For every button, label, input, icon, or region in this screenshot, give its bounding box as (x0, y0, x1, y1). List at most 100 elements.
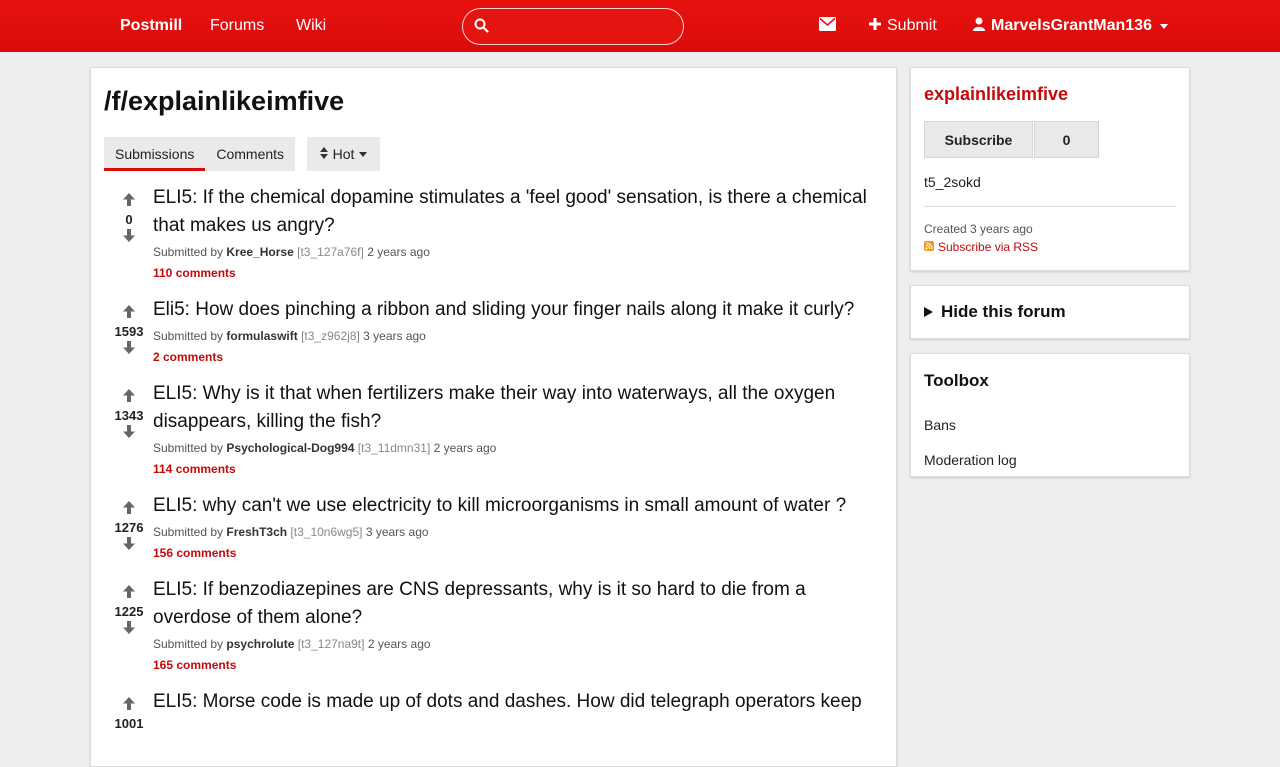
comments-link[interactable]: 165 comments (153, 658, 236, 672)
vote-box: 1001 (109, 697, 149, 733)
submitted-by-label: Submitted by (153, 245, 224, 259)
subscriber-count: 0 (1034, 121, 1099, 158)
bans-link[interactable]: Bans (924, 417, 956, 433)
hide-forum-panel: Hide this forum (910, 285, 1190, 339)
timestamp: 3 years ago (365, 525, 429, 539)
upvote-icon[interactable] (109, 305, 149, 323)
author-link[interactable]: Kree_Horse (226, 245, 293, 259)
toolbox-panel: Toolbox Bans Moderation log (910, 353, 1190, 477)
view-tabs: Submissions Comments (104, 137, 296, 171)
sort-icon (319, 146, 328, 162)
comments-link[interactable]: 114 comments (153, 462, 236, 476)
comments-link[interactable]: 156 comments (153, 546, 236, 560)
search-input[interactable] (497, 14, 677, 40)
vote-box: 1593 (109, 305, 149, 359)
submitted-by-label: Submitted by (153, 637, 224, 651)
post-meta: Submitted by FreshT3ch [t3_10n6wg5] 3 ye… (153, 525, 429, 539)
nav-wiki-link[interactable]: Wiki (296, 0, 326, 52)
author-link[interactable]: Psychological-Dog994 (226, 441, 354, 455)
post-title[interactable]: ELI5: why can't we use electricity to ki… (153, 492, 878, 520)
downvote-icon[interactable] (109, 425, 149, 443)
submitted-by-label: Submitted by (153, 441, 224, 455)
upvote-icon[interactable] (109, 585, 149, 603)
moderation-log-link[interactable]: Moderation log (924, 452, 1017, 468)
upvote-icon[interactable] (109, 193, 149, 211)
score: 1001 (114, 716, 144, 731)
tab-submissions[interactable]: Submissions (104, 137, 206, 171)
toolbox-title: Toolbox (924, 371, 989, 390)
post-meta: Submitted by Psychological-Dog994 [t3_11… (153, 441, 496, 455)
post-title[interactable]: ELI5: If benzodiazepines are CNS depress… (153, 576, 878, 632)
comments-link[interactable]: 110 comments (153, 266, 236, 280)
rss-icon (924, 240, 934, 254)
sort-label: Hot (332, 146, 355, 162)
downvote-icon[interactable] (109, 229, 149, 247)
post-id: [t3_10n6wg5] (290, 525, 363, 539)
vote-box: 1276 (109, 501, 149, 555)
hide-forum-toggle[interactable]: Hide this forum (924, 302, 1066, 322)
brand-link[interactable]: Postmill (120, 0, 182, 52)
author-link[interactable]: formulaswift (226, 329, 297, 343)
post-id: [t3_11dmn31] (357, 441, 431, 455)
score: 1225 (114, 604, 144, 619)
post-title[interactable]: ELI5: If the chemical dopamine stimulate… (153, 184, 878, 240)
post-title[interactable]: ELI5: Morse code is made up of dots and … (153, 688, 878, 716)
page-title: /f/explainlikeimfive (104, 86, 345, 116)
post-id: [t3_127a76f] (297, 245, 364, 259)
forum-info-panel: explainlikeimfive Subscribe 0 t5_2sokd C… (910, 67, 1190, 271)
post-meta: Submitted by Kree_Horse [t3_127a76f] 2 y… (153, 245, 430, 259)
post-title[interactable]: ELI5: Why is it that when fertilizers ma… (153, 380, 878, 436)
subscribe-button[interactable]: Subscribe (924, 121, 1033, 158)
plus-icon (869, 17, 881, 35)
post-title[interactable]: Eli5: How does pinching a ribbon and sli… (153, 296, 878, 324)
timestamp: 2 years ago (367, 245, 430, 259)
sort-dropdown[interactable]: Hot (307, 137, 380, 171)
downvote-icon[interactable] (109, 537, 149, 555)
author-link[interactable]: psychrolute (226, 637, 294, 651)
top-navbar: Postmill Forums Wiki Submit MarvelsGrant… (0, 0, 1280, 52)
chevron-down-icon (1159, 23, 1168, 29)
timestamp: 2 years ago (433, 441, 497, 455)
rss-link[interactable]: Subscribe via RSS (924, 240, 1038, 254)
timestamp: 2 years ago (367, 637, 431, 651)
score: 1593 (114, 324, 144, 339)
downvote-icon[interactable] (109, 341, 149, 359)
author-link[interactable]: FreshT3ch (226, 525, 287, 539)
hide-forum-label: Hide this forum (941, 302, 1066, 321)
vote-box: 0 (109, 193, 149, 247)
rss-label: Subscribe via RSS (938, 240, 1039, 254)
envelope-icon[interactable] (819, 17, 836, 36)
post-id: [t3_127na9t] (297, 637, 365, 651)
username: MarvelsGrantMan136 (991, 17, 1152, 34)
user-icon (973, 17, 985, 36)
submit-link[interactable]: Submit (869, 0, 937, 52)
timestamp: 3 years ago (363, 329, 426, 343)
vote-box: 1343 (109, 389, 149, 443)
divider (924, 206, 1176, 207)
score: 1276 (114, 520, 144, 535)
score: 0 (125, 212, 133, 227)
user-menu[interactable]: MarvelsGrantMan136 (973, 0, 1168, 52)
chevron-down-icon (359, 151, 368, 157)
tab-comments[interactable]: Comments (205, 137, 295, 171)
triangle-right-icon (924, 307, 933, 317)
post-id: [t3_z962j8] (301, 329, 360, 343)
forum-name-link[interactable]: explainlikeimfive (924, 84, 1068, 105)
search-box[interactable] (462, 8, 684, 45)
nav-forums-link[interactable]: Forums (210, 0, 264, 52)
submit-label: Submit (887, 17, 937, 34)
submitted-by-label: Submitted by (153, 329, 224, 343)
created-date: Created 3 years ago (924, 222, 1033, 236)
post-meta: Submitted by psychrolute [t3_127na9t] 2 … (153, 637, 431, 651)
forum-id: t5_2sokd (924, 174, 981, 190)
score: 1343 (114, 408, 144, 423)
search-icon (474, 18, 489, 38)
submitted-by-label: Submitted by (153, 525, 224, 539)
vote-box: 1225 (109, 585, 149, 639)
upvote-icon[interactable] (109, 389, 149, 407)
upvote-icon[interactable] (109, 501, 149, 519)
main-panel: /f/explainlikeimfive Submissions Comment… (90, 67, 897, 767)
comments-link[interactable]: 2 comments (153, 350, 223, 364)
downvote-icon[interactable] (109, 621, 149, 639)
upvote-icon[interactable] (109, 697, 149, 715)
